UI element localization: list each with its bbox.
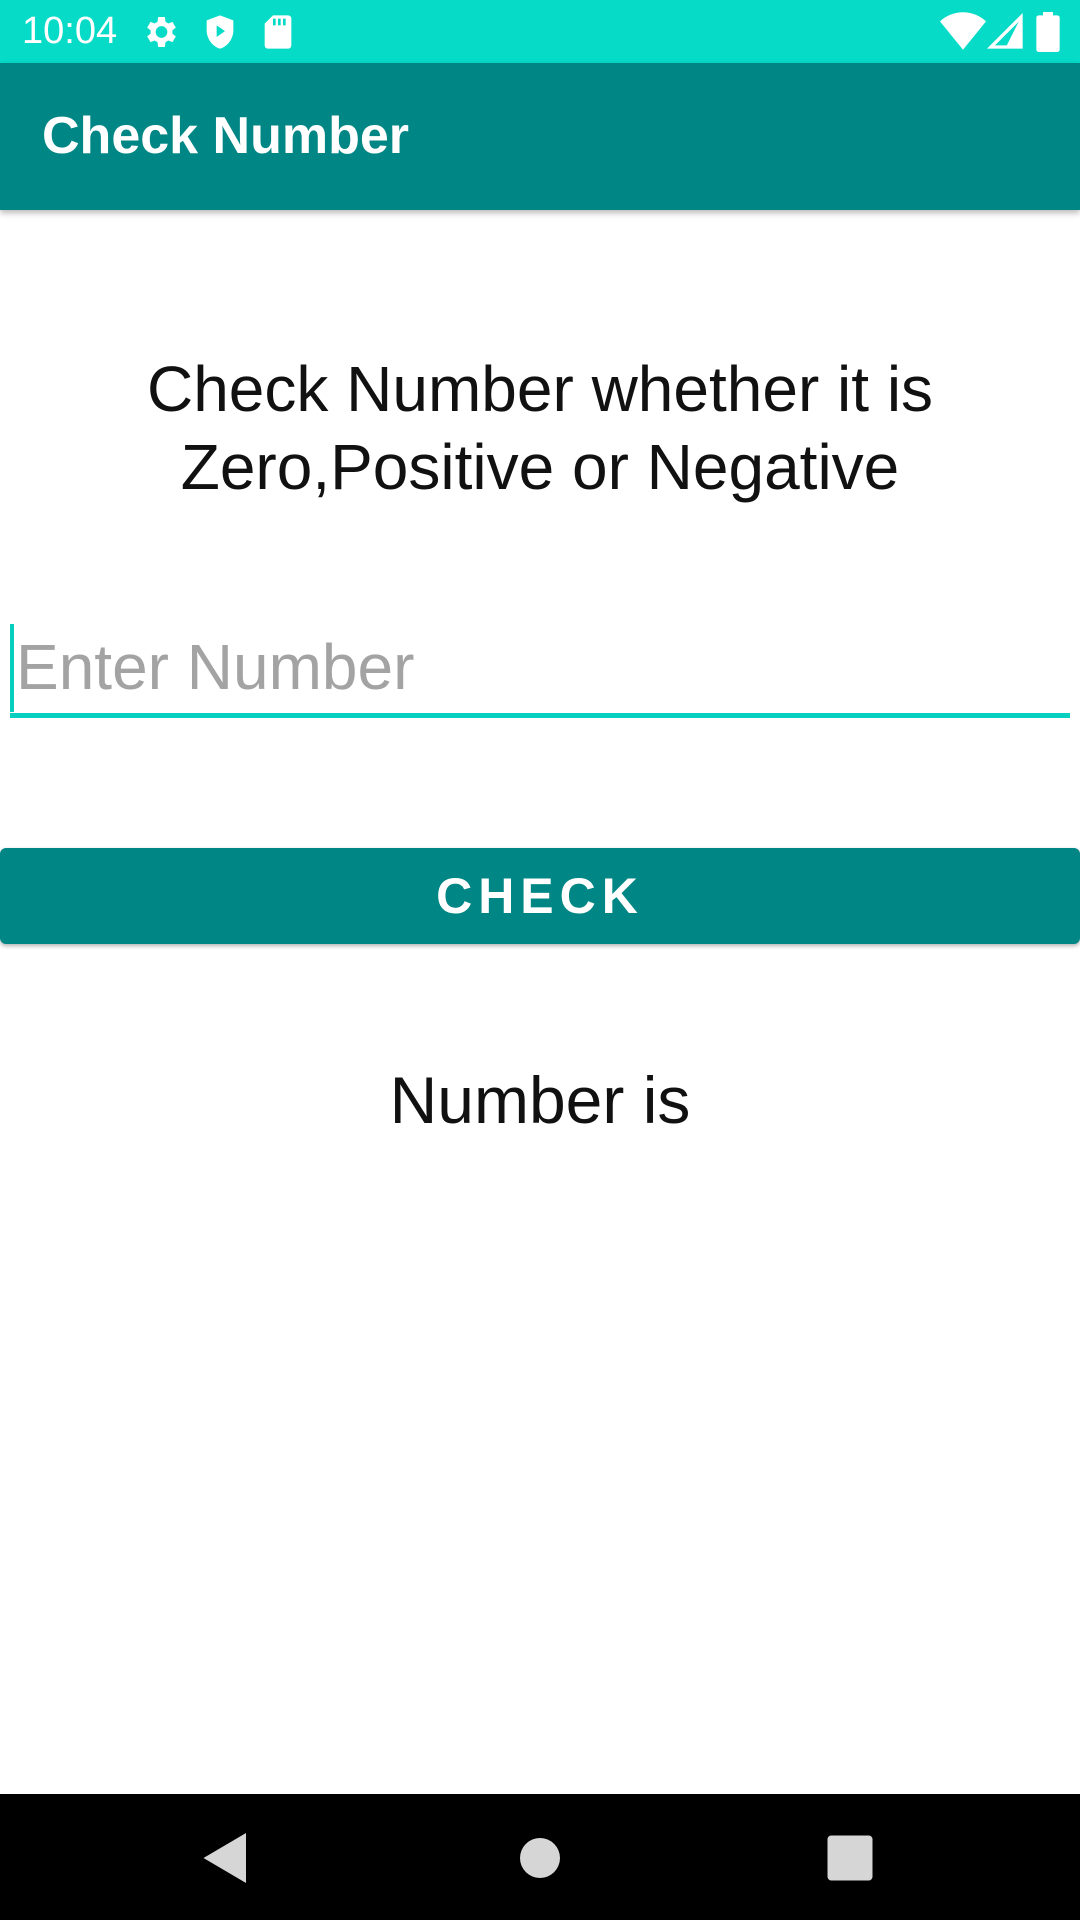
status-bar: 10:04 bbox=[0, 0, 1080, 63]
navigation-bar bbox=[0, 1794, 1080, 1920]
app-bar: Check Number bbox=[0, 63, 1080, 210]
number-input-container bbox=[10, 620, 1070, 724]
battery-icon bbox=[1034, 12, 1062, 53]
gear-icon bbox=[140, 12, 180, 52]
home-icon[interactable] bbox=[510, 1828, 570, 1888]
check-button[interactable]: CHECK bbox=[0, 848, 1080, 944]
result-text: Number is bbox=[389, 1063, 691, 1137]
recents-icon[interactable] bbox=[820, 1828, 880, 1888]
signal-icon bbox=[986, 12, 1026, 52]
shield-icon bbox=[200, 12, 240, 52]
status-time: 10:04 bbox=[22, 10, 118, 52]
back-icon[interactable] bbox=[196, 1828, 256, 1888]
app-title: Check Number bbox=[42, 107, 409, 165]
text-cursor bbox=[10, 624, 14, 712]
heading-line-1: Check Number whether it is bbox=[146, 353, 934, 425]
heading-line-2: Zero,Positive or Negative bbox=[180, 431, 900, 503]
sd-card-icon bbox=[258, 12, 298, 52]
page-heading: Check Number whether it is Zero,Positive… bbox=[40, 350, 1040, 506]
wifi-icon bbox=[940, 12, 986, 52]
number-input[interactable] bbox=[10, 620, 1070, 718]
